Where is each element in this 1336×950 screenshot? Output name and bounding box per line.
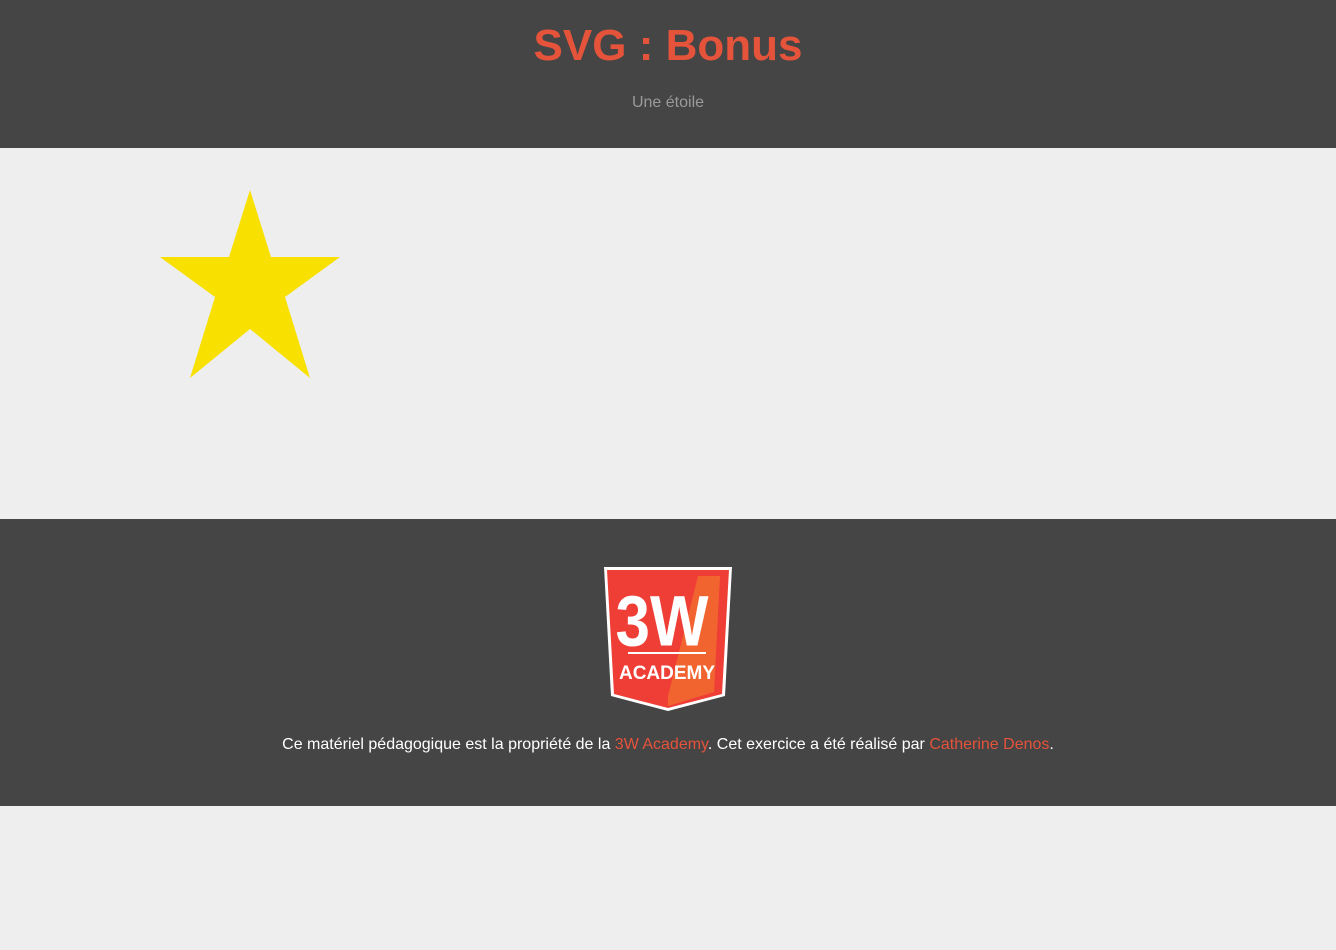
page-footer: 3W ACADEMY Ce matériel pédagogique est l… [0,519,1336,806]
author-link[interactable]: Catherine Denos [929,736,1049,753]
logo-text-main: 3W [616,582,709,661]
logo-text-sub: ACADEMY [619,663,715,684]
credits-suffix: . [1049,736,1054,753]
main-content [0,148,1336,519]
credits-text: Ce matériel pédagogique est la propriété… [0,735,1336,755]
page-subtitle: Une étoile [631,94,705,111]
page-title: SVG : Bonus [533,21,803,70]
credits-prefix: Ce matériel pédagogique est la propriété… [282,736,615,753]
page-header: SVG : Bonus Une étoile [0,0,1336,148]
star-shape [160,190,340,378]
3w-academy-logo[interactable]: 3W ACADEMY [602,566,734,712]
star-drawing [160,190,340,378]
academy-link[interactable]: 3W Academy [615,736,708,753]
credits-middle: . Cet exercice a été réalisé par [707,736,930,753]
